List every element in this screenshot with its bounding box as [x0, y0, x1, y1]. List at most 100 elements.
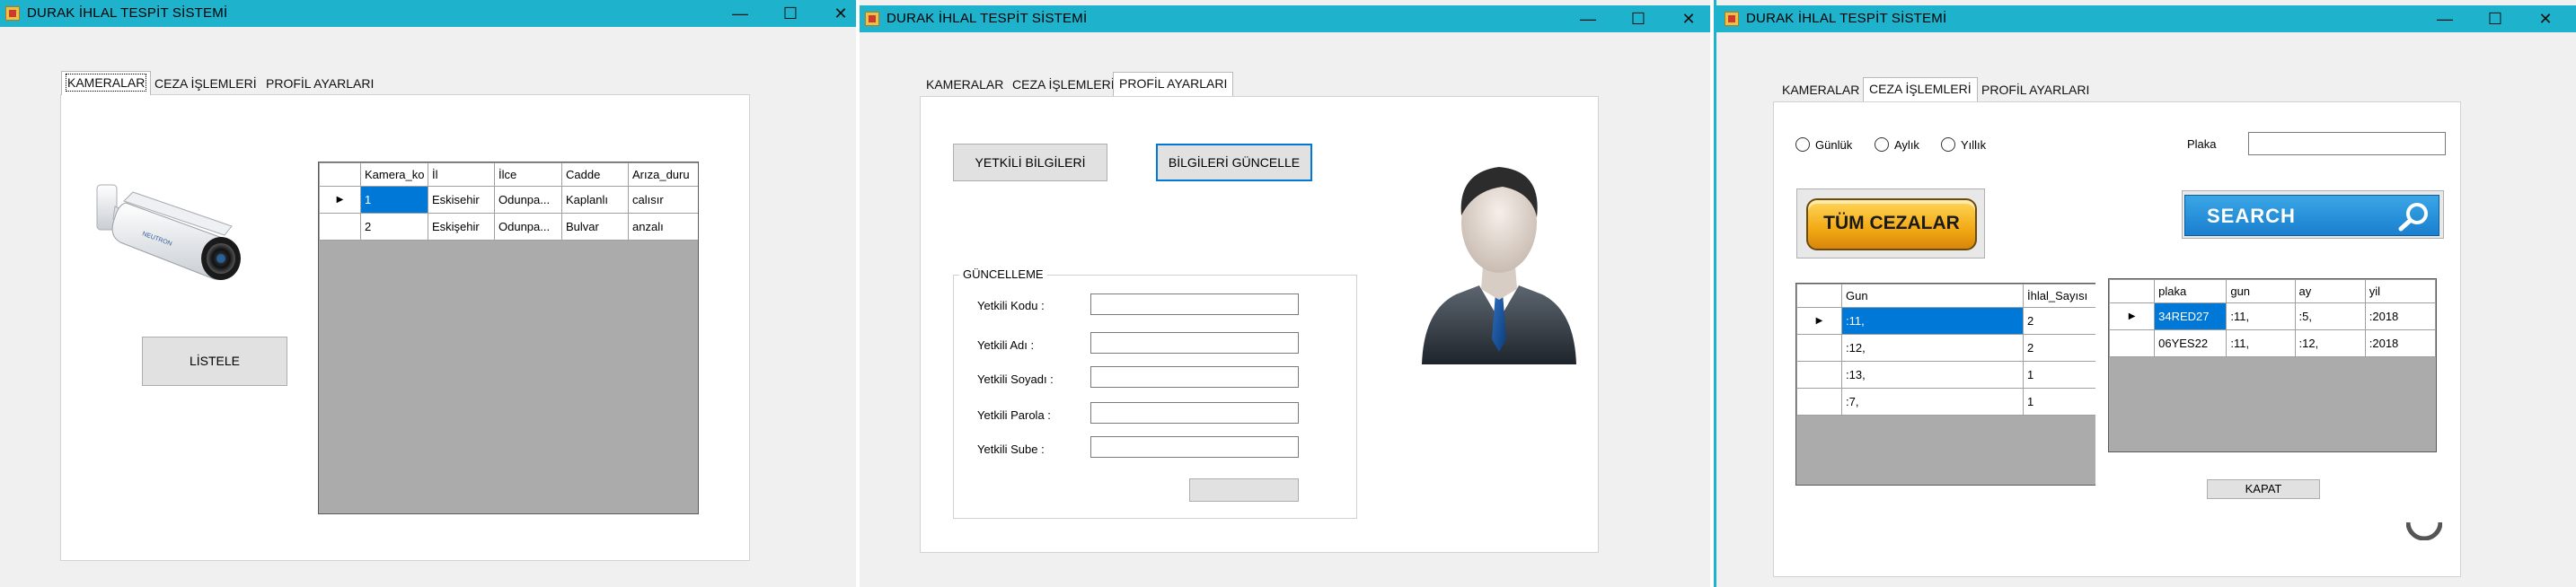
table-cell[interactable]: 34RED27 — [2154, 302, 2228, 330]
minimize-icon[interactable]: — — [715, 0, 765, 27]
column-header[interactable]: İl — [428, 162, 495, 187]
tab-profil-ayarlari[interactable]: PROFİL AYARLARI — [1113, 72, 1234, 96]
row-header[interactable] — [1796, 388, 1842, 416]
column-header[interactable]: Cadde — [561, 162, 629, 187]
column-header[interactable]: İhlal_Sayısı — [2023, 284, 2095, 308]
update-info-button[interactable]: BİLGİLERİ GÜNCELLE — [1156, 144, 1312, 181]
table-row[interactable]: ▶ 34RED27 :11, :5, :2018 — [2109, 302, 2436, 330]
tab-ceza-islemleri[interactable]: CEZA İŞLEMLERİ — [1007, 75, 1120, 95]
column-header[interactable]: ay — [2294, 279, 2366, 303]
table-cell[interactable]: :11, — [2226, 302, 2296, 330]
row-header[interactable] — [2109, 329, 2156, 357]
row-header[interactable] — [1796, 361, 1842, 389]
tab-ceza-islemleri[interactable]: CEZA İŞLEMLERİ — [149, 74, 262, 94]
table-cell[interactable]: Bulvar — [561, 213, 629, 241]
table-cell[interactable]: Eskisehir — [428, 186, 495, 214]
table-cell[interactable]: anzalı — [628, 213, 698, 241]
official-branch-field[interactable] — [1090, 436, 1299, 458]
table-row[interactable]: :13, 1 — [1796, 361, 2095, 389]
save-update-button[interactable] — [1189, 478, 1299, 502]
column-header[interactable]: Arıza_duru — [628, 162, 698, 187]
column-header[interactable]: Gun — [1841, 284, 2024, 308]
maximize-icon[interactable]: ☐ — [2470, 5, 2520, 32]
minimize-icon[interactable]: — — [1563, 5, 1613, 32]
row-header-corner — [319, 162, 361, 187]
window-cameras: DURAK İHLAL TESPİT SİSTEMİ — ☐ ✕ KAMERAL… — [0, 0, 856, 587]
search-badge: SEARCH — [2184, 195, 2439, 236]
close-icon[interactable]: ✕ — [816, 0, 856, 27]
table-cell[interactable]: :12, — [1841, 334, 2024, 362]
column-header[interactable]: Kamera_ko — [360, 162, 428, 187]
title-bar[interactable]: DURAK İHLAL TESPİT SİSTEMİ — ☐ ✕ — [0, 0, 856, 27]
table-cell[interactable]: Odunpa... — [494, 213, 562, 241]
table-cell[interactable]: Odunpa... — [494, 186, 562, 214]
table-cell[interactable]: :2018 — [2364, 302, 2436, 330]
maximize-icon[interactable]: ☐ — [765, 0, 816, 27]
table-row[interactable]: :7, 1 — [1796, 388, 2095, 416]
table-cell[interactable]: 2 — [2023, 307, 2095, 335]
maximize-icon[interactable]: ☐ — [1613, 5, 1663, 32]
title-bar[interactable]: DURAK İHLAL TESPİT SİSTEMİ — ☐ ✕ — [1714, 5, 2576, 32]
tab-kameralar[interactable]: KAMERALAR — [1777, 81, 1865, 101]
close-icon[interactable]: ✕ — [1663, 5, 1710, 32]
official-code-field[interactable] — [1090, 294, 1299, 315]
radio-label: Yıllık — [1961, 137, 1987, 152]
column-header[interactable]: yil — [2364, 279, 2436, 303]
official-surname-field[interactable] — [1090, 366, 1299, 388]
table-cell[interactable]: 2 — [2023, 334, 2095, 362]
column-header[interactable]: plaka — [2154, 279, 2228, 303]
table-header-row: plaka gun ay yil — [2109, 279, 2436, 303]
row-header[interactable] — [319, 213, 361, 241]
table-cell[interactable]: :13, — [1841, 361, 2024, 389]
table-cell[interactable]: :12, — [2294, 329, 2366, 357]
row-header[interactable] — [1796, 334, 1842, 362]
radio-label: Günlük — [1815, 137, 1853, 152]
table-cell[interactable]: 06YES22 — [2154, 329, 2228, 357]
table-cell[interactable]: Kaplanlı — [561, 186, 629, 214]
groupbox-title: GÜNCELLEME — [959, 267, 1047, 281]
table-cell[interactable]: :5, — [2294, 302, 2366, 330]
tab-profil-ayarlari[interactable]: PROFİL AYARLARI — [1976, 81, 2095, 101]
table-row[interactable]: 2 Eskişehir Odunpa... Bulvar anzalı — [319, 213, 698, 241]
table-header-row: Kamera_ko İl İlce Cadde Arıza_duru — [319, 162, 698, 187]
table-row[interactable]: 06YES22 :11, :12, :2018 — [2109, 329, 2436, 357]
plate-search-input[interactable] — [2248, 132, 2446, 155]
table-cell[interactable]: 2 — [360, 213, 428, 241]
close-icon[interactable]: ✕ — [2520, 5, 2571, 32]
tab-ceza-islemleri[interactable]: CEZA İŞLEMLERİ — [1863, 77, 1978, 101]
tab-kameralar[interactable]: KAMERALAR — [921, 75, 1009, 95]
all-fines-button[interactable]: TÜM CEZALAR — [1796, 188, 1985, 258]
official-password-field[interactable] — [1090, 402, 1299, 424]
table-cell[interactable]: calısır — [628, 186, 698, 214]
table-row[interactable]: :12, 2 — [1796, 334, 2095, 362]
minimize-icon[interactable]: — — [2420, 5, 2470, 32]
search-button[interactable]: SEARCH — [2182, 190, 2444, 239]
table-cell[interactable]: :2018 — [2364, 329, 2436, 357]
close-form-button[interactable]: KAPAT — [2207, 479, 2320, 499]
tab-kameralar[interactable]: KAMERALAR — [61, 71, 152, 95]
table-cell[interactable]: 1 — [2023, 388, 2095, 416]
title-bar[interactable]: DURAK İHLAL TESPİT SİSTEMİ — ☐ ✕ — [860, 5, 1710, 32]
radio-daily[interactable]: Günlük — [1795, 137, 1852, 152]
official-name-field[interactable] — [1090, 332, 1299, 354]
radio-monthly[interactable]: Aylık — [1875, 137, 1919, 152]
table-cell[interactable]: :7, — [1841, 388, 2024, 416]
table-row[interactable]: ▶ 1 Eskisehir Odunpa... Kaplanlı calısır — [319, 186, 698, 214]
officials-info-button[interactable]: YETKİLİ BİLGİLERİ — [953, 144, 1107, 181]
table-cell[interactable]: 1 — [360, 186, 428, 214]
table-cell[interactable]: 1 — [2023, 361, 2095, 389]
cameras-grid[interactable]: Kamera_ko İl İlce Cadde Arıza_duru ▶ 1 E… — [318, 162, 699, 514]
table-cell[interactable]: :11, — [1841, 307, 2024, 335]
radio-yearly[interactable]: Yıllık — [1941, 137, 1986, 152]
column-header[interactable]: İlce — [494, 162, 562, 187]
table-row[interactable]: ▶ :11, 2 — [1796, 307, 2095, 335]
official-branch-label: Yetkili Sube : — [977, 442, 1045, 456]
plates-grid[interactable]: plaka gun ay yil ▶ 34RED27 :11, :5, :201… — [2108, 278, 2437, 452]
table-cell[interactable]: Eskişehir — [428, 213, 495, 241]
tab-profil-ayarlari[interactable]: PROFİL AYARLARI — [260, 74, 379, 94]
violations-grid[interactable]: Gun İhlal_Sayısı ▶ :11, 2 :12, 2 :13, 1 — [1795, 283, 2095, 486]
table-cell[interactable]: :11, — [2226, 329, 2296, 357]
radio-circle-icon — [1875, 137, 1889, 152]
column-header[interactable]: gun — [2226, 279, 2296, 303]
list-button[interactable]: LİSTELE — [142, 337, 287, 386]
